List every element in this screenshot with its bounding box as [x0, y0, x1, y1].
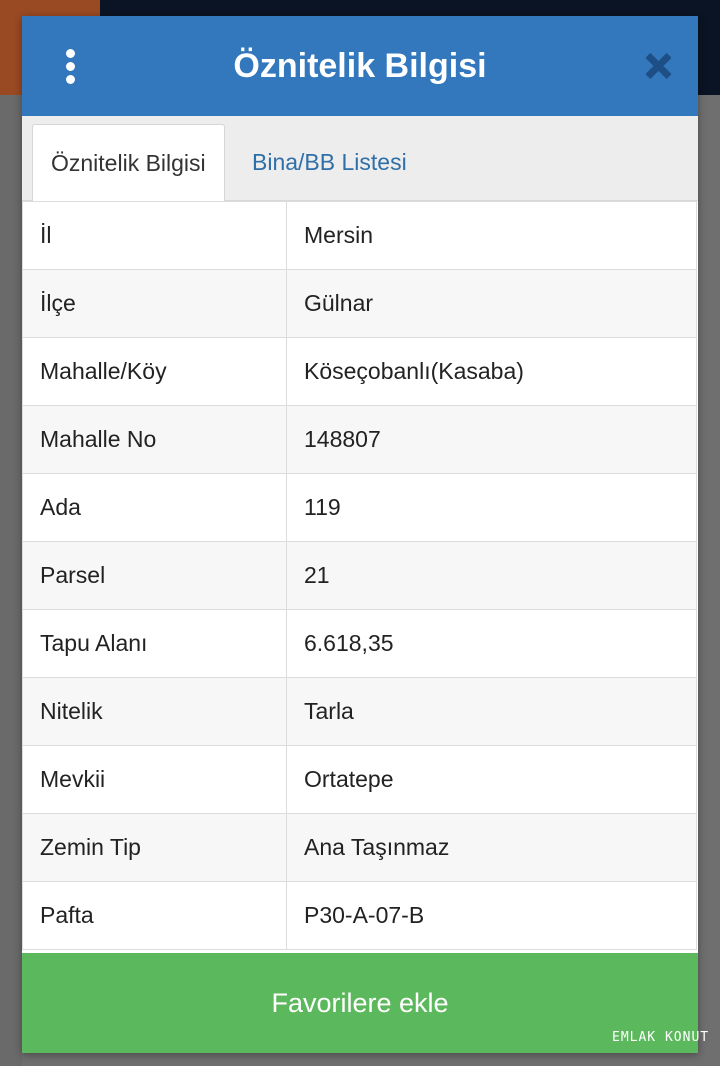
close-icon[interactable]: [644, 52, 672, 80]
watermark-text: EMLAK KONUT: [612, 1030, 710, 1045]
attribute-value: Mersin: [286, 201, 697, 270]
attribute-value: Ortatepe: [286, 745, 697, 814]
table-row: Pafta P30-A-07-B: [22, 881, 697, 950]
attribute-value: 6.618,35: [286, 609, 697, 678]
attribute-key: Nitelik: [22, 677, 287, 746]
dialog-header: Öznitelik Bilgisi: [22, 16, 698, 116]
attribute-value: 148807: [286, 405, 697, 474]
attribute-value: Gülnar: [286, 269, 697, 338]
attribute-key: Mevkii: [22, 745, 287, 814]
table-row: Mevkii Ortatepe: [22, 745, 697, 814]
attribute-key: Mahalle No: [22, 405, 287, 474]
attribute-table: İl Mersin İlçe Gülnar Mahalle/Köy Köseço…: [22, 201, 697, 950]
attribute-value: 119: [286, 473, 697, 542]
table-row: Mahalle/Köy Köseçobanlı(Kasaba): [22, 337, 697, 406]
attribute-key: Parsel: [22, 541, 287, 610]
table-row: İlçe Gülnar: [22, 269, 697, 338]
table-row: Mahalle No 148807: [22, 405, 697, 474]
attribute-value: Köseçobanlı(Kasaba): [286, 337, 697, 406]
table-row: Ada 119: [22, 473, 697, 542]
dialog-title: Öznitelik Bilgisi: [233, 47, 487, 85]
attribute-key: Ada: [22, 473, 287, 542]
attribute-value: 21: [286, 541, 697, 610]
attribute-key: İlçe: [22, 269, 287, 338]
attribute-key: Zemin Tip: [22, 813, 287, 882]
attribute-dialog: Öznitelik Bilgisi Öznitelik Bilgisi Bina…: [22, 16, 698, 1053]
table-row: Nitelik Tarla: [22, 677, 697, 746]
attribute-key: İl: [22, 201, 287, 270]
attribute-value: P30-A-07-B: [286, 881, 697, 950]
attribute-key: Mahalle/Köy: [22, 337, 287, 406]
vertical-dots-icon[interactable]: [58, 49, 82, 85]
table-row: İl Mersin: [22, 201, 697, 270]
table-row: Parsel 21: [22, 541, 697, 610]
table-row: Tapu Alanı 6.618,35: [22, 609, 697, 678]
tab-bina-bb-listesi[interactable]: Bina/BB Listesi: [234, 124, 425, 200]
attribute-value: Ana Taşınmaz: [286, 813, 697, 882]
table-row: Zemin Tip Ana Taşınmaz: [22, 813, 697, 882]
attribute-value: Tarla: [286, 677, 697, 746]
add-to-favorites-button[interactable]: Favorilere ekle: [22, 953, 698, 1053]
tab-oznitelik-bilgisi[interactable]: Öznitelik Bilgisi: [32, 124, 225, 202]
background-page: [0, 95, 22, 1066]
attribute-key: Tapu Alanı: [22, 609, 287, 678]
tab-bar: Öznitelik Bilgisi Bina/BB Listesi: [22, 116, 698, 202]
attribute-key: Pafta: [22, 881, 287, 950]
